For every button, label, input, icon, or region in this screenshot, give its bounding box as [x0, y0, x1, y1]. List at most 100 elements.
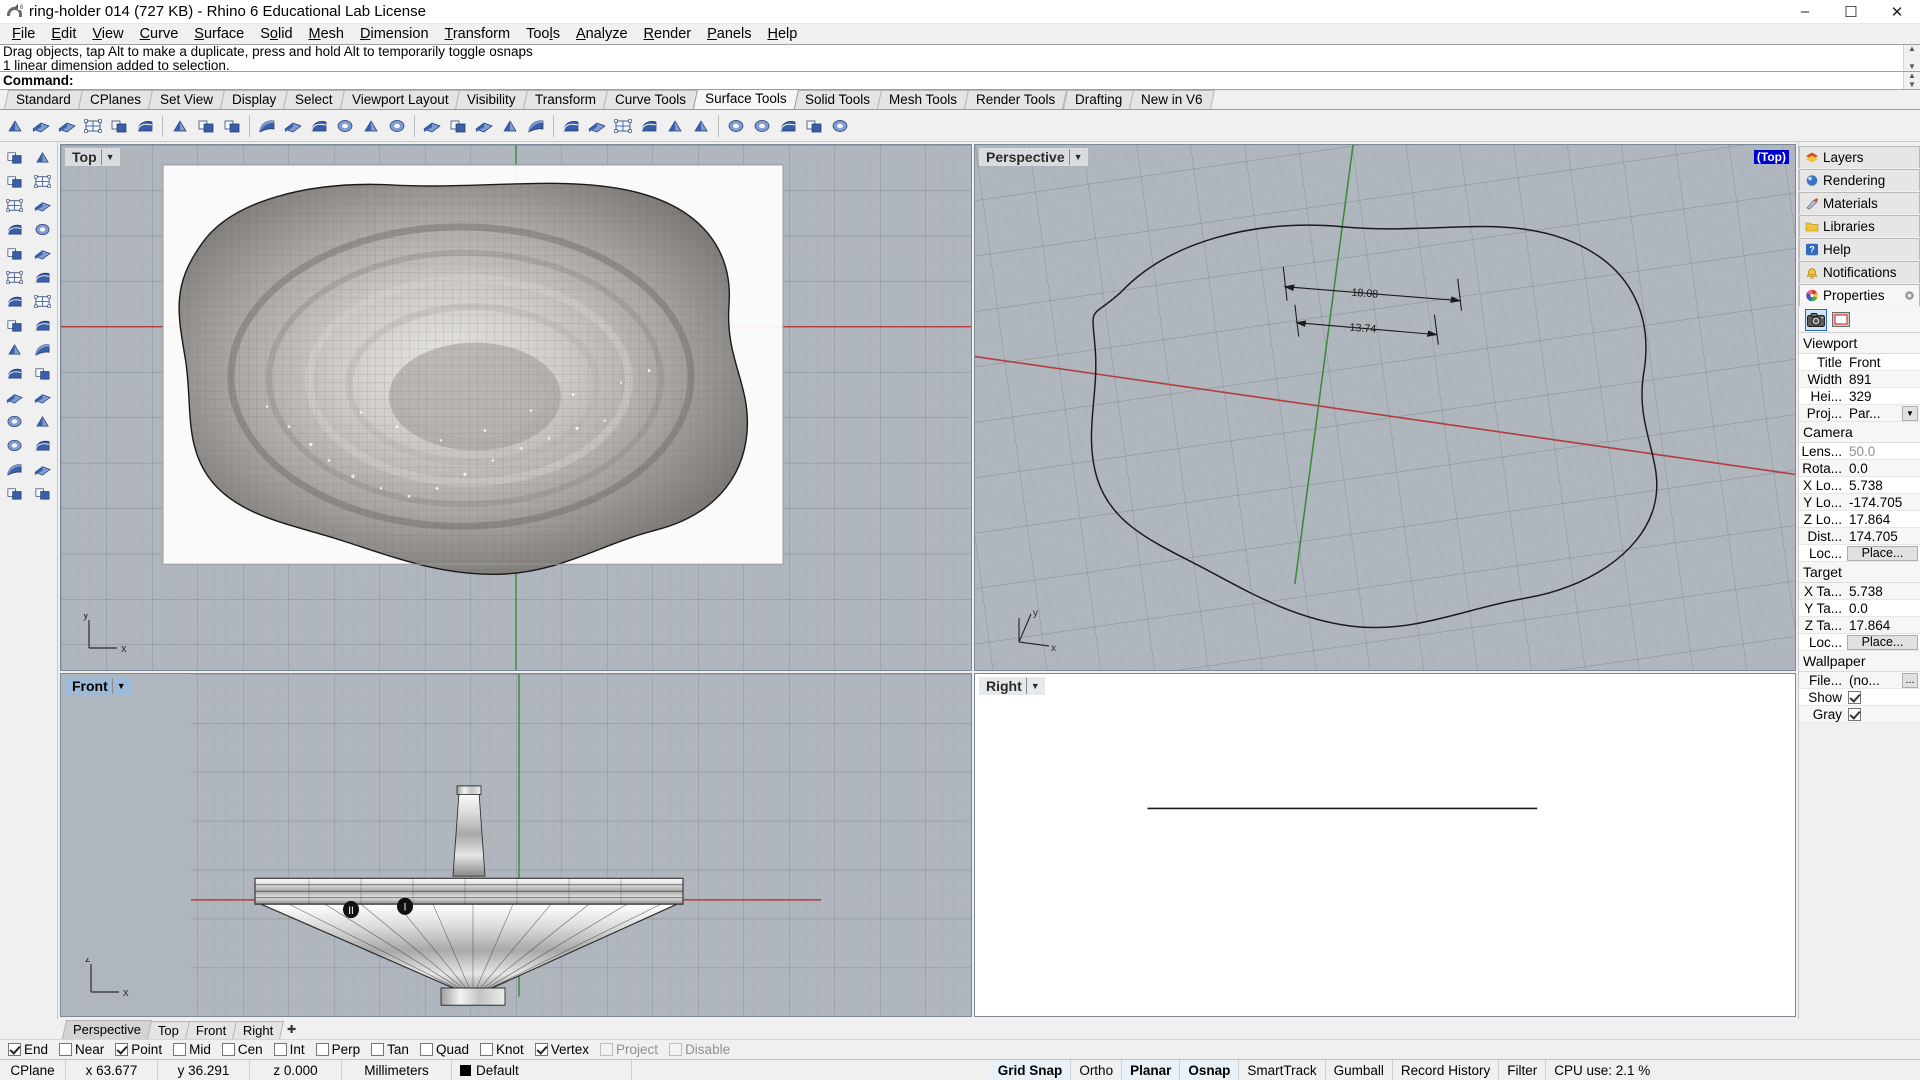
select-window-icon[interactable] — [28, 145, 56, 169]
untrim-icon[interactable] — [523, 113, 549, 139]
blend-2-icon[interactable] — [28, 433, 56, 457]
surface-grid-a-icon[interactable] — [0, 289, 28, 313]
surface-points-on-icon[interactable] — [636, 113, 662, 139]
fillet-surface-icon[interactable] — [384, 113, 410, 139]
toolbar-tab-transform[interactable]: Transform — [522, 90, 608, 109]
menu-item-file[interactable]: File — [4, 25, 43, 43]
viewport-title-top[interactable]: Top ▼ — [65, 148, 120, 166]
sweep-2-rail-icon[interactable] — [254, 113, 280, 139]
explode-icon[interactable] — [0, 193, 28, 217]
heightfield-icon[interactable] — [0, 481, 28, 505]
close-button[interactable]: ✕ — [1874, 0, 1920, 24]
panel-tab-rendering[interactable]: Rendering — [1799, 169, 1920, 191]
chevron-down-icon[interactable]: ▼ — [111, 678, 131, 694]
blend-surface-icon[interactable] — [358, 113, 384, 139]
command-prompt-scrollbar[interactable]: ▲ ▼ — [1903, 72, 1920, 89]
extrude-along-curve-icon[interactable] — [688, 113, 714, 139]
osnap-disable[interactable]: Disable — [669, 1042, 730, 1057]
extrude-flat-icon[interactable] — [0, 337, 28, 361]
browse-file-button[interactable]: ... — [1902, 672, 1918, 688]
surface-from-planar-curves-icon[interactable] — [584, 113, 610, 139]
line-icon[interactable] — [28, 169, 56, 193]
osnap-checkbox[interactable] — [669, 1043, 683, 1056]
menu-item-dimension[interactable]: Dimension — [352, 25, 437, 43]
cone-surface-icon[interactable] — [28, 385, 56, 409]
symmetry-icon[interactable] — [775, 113, 801, 139]
status-mode-planar[interactable]: Planar — [1122, 1060, 1181, 1080]
toolbar-tab-set-view[interactable]: Set View — [147, 90, 225, 109]
view-tab-front[interactable]: Front — [184, 1021, 238, 1039]
osnap-tan[interactable]: Tan — [371, 1042, 409, 1057]
osnap-checkbox[interactable] — [419, 1043, 433, 1056]
unroll-surface-icon[interactable] — [749, 113, 775, 139]
tween-surface-icon[interactable] — [28, 457, 56, 481]
chevron-down-icon[interactable]: ▼ — [1068, 149, 1088, 165]
offset-surface-icon[interactable] — [332, 113, 358, 139]
status-mode-record-history[interactable]: Record History — [1393, 1060, 1500, 1080]
toolbar-tab-render-tools[interactable]: Render Tools — [964, 90, 1068, 109]
osnap-checkbox[interactable] — [59, 1043, 73, 1056]
toolbar-tab-visibility[interactable]: Visibility — [455, 90, 528, 109]
prompt-scroll-up-icon[interactable]: ▲ — [1908, 72, 1916, 80]
patch-icon[interactable] — [306, 113, 332, 139]
planar-surface-icon[interactable] — [28, 113, 54, 139]
panel-tab-materials[interactable]: Materials — [1799, 192, 1920, 214]
surface-points-icon[interactable] — [28, 313, 56, 337]
property-value[interactable]: Par... — [1846, 406, 1902, 421]
viewport-title-perspective[interactable]: Perspective ▼ — [979, 148, 1088, 166]
dome-surface-icon[interactable] — [0, 385, 28, 409]
surface-isocurve-icon[interactable] — [610, 113, 636, 139]
panel-tab-layers[interactable]: Layers — [1799, 146, 1920, 168]
surface-control-grid-icon[interactable] — [0, 217, 28, 241]
osnap-checkbox[interactable] — [315, 1043, 329, 1056]
ellipse-icon[interactable] — [0, 241, 28, 265]
status-mode-ortho[interactable]: Ortho — [1071, 1060, 1123, 1080]
select-arrow-icon[interactable] — [0, 145, 28, 169]
menu-item-help[interactable]: Help — [759, 25, 805, 43]
current-layer[interactable]: Default — [452, 1060, 632, 1080]
menu-item-transform[interactable]: Transform — [437, 25, 519, 43]
sweep-cap-icon[interactable] — [28, 409, 56, 433]
status-mode-filter[interactable]: Filter — [1499, 1060, 1547, 1080]
viewport-perspective[interactable]: 18.08 13.74 Perspective ▼ (Top) y x — [974, 144, 1796, 671]
object-frame-icon[interactable] — [1830, 309, 1852, 331]
osnap-checkbox[interactable] — [173, 1043, 187, 1056]
property-value[interactable]: 891 — [1846, 372, 1920, 387]
surface-edge-tools-icon[interactable] — [723, 113, 749, 139]
viewport-right[interactable]: Right ▼ — [974, 673, 1796, 1017]
surface-grid-b-icon[interactable] — [28, 289, 56, 313]
osnap-checkbox[interactable] — [600, 1043, 614, 1056]
status-mode-gumball[interactable]: Gumball — [1326, 1060, 1393, 1080]
polyline-icon[interactable] — [0, 169, 28, 193]
chevron-down-icon[interactable]: ▼ — [1025, 678, 1045, 694]
sweep1-icon[interactable] — [0, 409, 28, 433]
prompt-scroll-down-icon[interactable]: ▼ — [1908, 81, 1916, 89]
property-value[interactable]: -174.705 — [1846, 495, 1920, 510]
panel-tab-properties[interactable]: Properties — [1799, 284, 1920, 306]
osnap-end[interactable]: End — [8, 1042, 48, 1057]
toolbar-tab-viewport-layout[interactable]: Viewport Layout — [339, 90, 461, 109]
surface-edit-icon[interactable] — [0, 313, 28, 337]
loft-icon[interactable] — [132, 113, 158, 139]
osnap-vertex[interactable]: Vertex — [534, 1042, 589, 1057]
osnap-near[interactable]: Near — [59, 1042, 104, 1057]
osnap-checkbox[interactable] — [273, 1043, 287, 1056]
drape-icon[interactable] — [0, 457, 28, 481]
toolbar-tab-mesh-tools[interactable]: Mesh Tools — [877, 90, 970, 109]
chevron-down-icon[interactable]: ▼ — [1902, 405, 1918, 421]
rail-revolve-icon[interactable] — [219, 113, 245, 139]
surface-corner-points-icon[interactable] — [80, 113, 106, 139]
osnap-int[interactable]: Int — [273, 1042, 305, 1057]
property-place-button[interactable]: Place... — [1847, 545, 1918, 561]
osnap-checkbox[interactable] — [115, 1043, 129, 1056]
scroll-up-icon[interactable]: ▲ — [1908, 45, 1916, 53]
diamond-surface-icon[interactable] — [28, 265, 56, 289]
osnap-perp[interactable]: Perp — [315, 1042, 360, 1057]
toolbar-tab-surface-tools[interactable]: Surface Tools — [692, 89, 799, 109]
osnap-mid[interactable]: Mid — [173, 1042, 211, 1057]
menu-item-edit[interactable]: Edit — [43, 25, 84, 43]
sweep-1-rail-icon[interactable] — [167, 113, 193, 139]
blend-1-icon[interactable] — [0, 433, 28, 457]
gear-icon[interactable] — [1903, 289, 1916, 302]
menu-item-tools[interactable]: Tools — [518, 25, 568, 43]
